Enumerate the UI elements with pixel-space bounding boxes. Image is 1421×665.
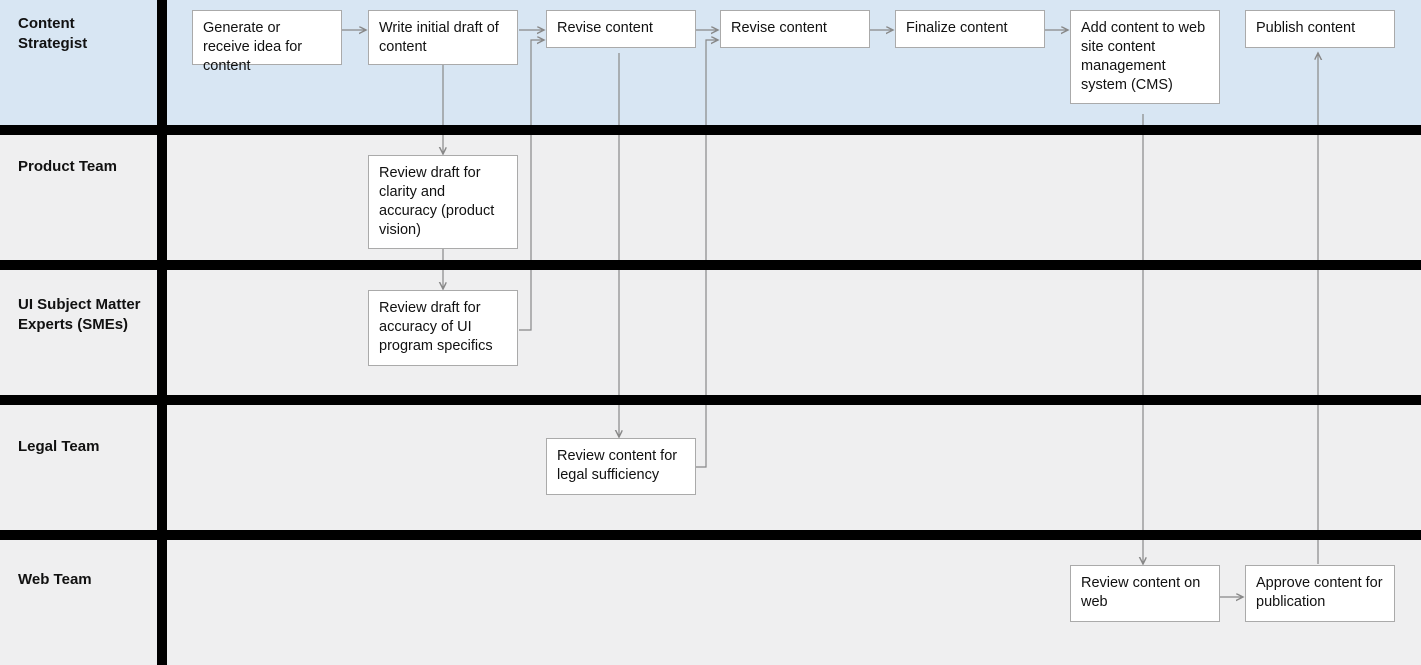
node-revise-2: Revise content bbox=[720, 10, 870, 48]
lane-label-legal-team: Legal Team bbox=[18, 437, 138, 457]
lane-label-sme-team: UI Subject Matter Experts (SMEs) bbox=[18, 295, 148, 336]
label-flow-separator bbox=[157, 0, 167, 665]
node-review-legal: Review content for legal sufficiency bbox=[546, 438, 696, 495]
node-generate-idea: Generate or receive idea for content bbox=[192, 10, 342, 65]
lane-separator bbox=[0, 125, 1421, 135]
lane-separator bbox=[0, 395, 1421, 405]
lane-bg-product-team bbox=[0, 135, 1421, 260]
lane-separator bbox=[0, 530, 1421, 540]
node-add-cms: Add content to web site content manageme… bbox=[1070, 10, 1220, 104]
lane-label-product-team: Product Team bbox=[18, 157, 128, 177]
lane-bg-sme-team bbox=[0, 270, 1421, 395]
node-finalize: Finalize content bbox=[895, 10, 1045, 48]
lane-bg-legal-team bbox=[0, 405, 1421, 530]
node-write-draft: Write initial draft of content bbox=[368, 10, 518, 65]
node-review-web: Review content on web bbox=[1070, 565, 1220, 622]
node-revise-1: Revise content bbox=[546, 10, 696, 48]
lane-separator bbox=[0, 260, 1421, 270]
node-approve-web: Approve content for publication bbox=[1245, 565, 1395, 622]
swimlane-diagram: Content Strategist Product Team UI Subje… bbox=[0, 0, 1421, 665]
node-publish: Publish content bbox=[1245, 10, 1395, 48]
lane-label-web-team: Web Team bbox=[18, 570, 138, 590]
node-review-product: Review draft for clarity and accuracy (p… bbox=[368, 155, 518, 249]
lane-label-content-strategist: Content Strategist bbox=[18, 14, 128, 55]
node-review-sme: Review draft for accuracy of UI program … bbox=[368, 290, 518, 366]
